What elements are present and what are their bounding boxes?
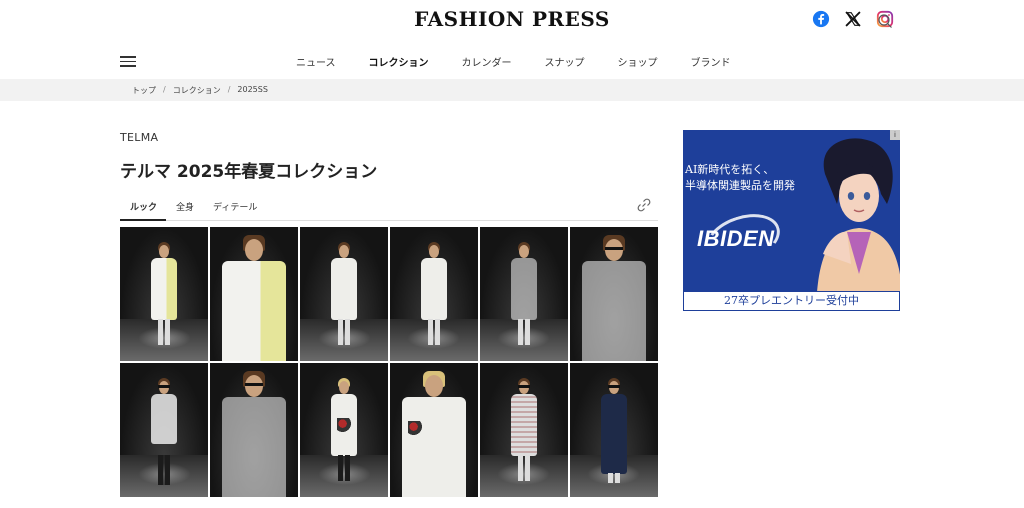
nav-item-brand[interactable]: ブランド (691, 54, 731, 69)
main-nav: ニュース コレクション カレンダー スナップ ショップ ブランド (0, 46, 1024, 76)
breadcrumb-collection[interactable]: コレクション (173, 85, 221, 96)
ad-illustration (817, 138, 900, 292)
link-icon[interactable] (636, 197, 652, 213)
look-thumbnail[interactable] (120, 227, 209, 361)
look-thumbnail[interactable] (389, 227, 479, 361)
tab-full-body[interactable]: 全身 (166, 193, 203, 221)
tab-detail[interactable]: ディテール (203, 193, 266, 221)
ad-brand-logo: IBIDEN (697, 226, 775, 251)
look-thumbnail[interactable] (120, 362, 209, 497)
look-thumbnail[interactable] (209, 362, 299, 497)
ad-headline: AI新時代を拓く、 半導体関連製品を開発 (685, 162, 795, 194)
breadcrumb: トップ / コレクション / 2025SS (132, 85, 268, 96)
ad-headline-line-2: 半導体関連製品を開発 (685, 179, 795, 192)
look-thumbnail[interactable] (299, 227, 389, 361)
breadcrumb-separator: / (227, 85, 231, 94)
x-icon[interactable] (844, 10, 862, 28)
page-title: テルマ 2025年春夏コレクション (120, 162, 378, 182)
hamburger-menu-icon[interactable] (120, 56, 136, 67)
breadcrumb-bar: トップ / コレクション / 2025SS (0, 79, 1024, 101)
look-grid (120, 227, 658, 508)
look-thumbnail[interactable] (479, 362, 569, 497)
look-thumbnail[interactable] (299, 362, 389, 497)
breadcrumb-top[interactable]: トップ (132, 85, 156, 96)
ad-cta[interactable]: 27卒プレエントリー受付中 (683, 291, 900, 311)
view-tabs: ルック 全身 ディテール (120, 193, 658, 221)
tab-look[interactable]: ルック (120, 193, 167, 221)
ad-headline-line-1: AI新時代を拓く、 (685, 163, 775, 176)
breadcrumb-season: 2025SS (237, 85, 268, 94)
facebook-icon[interactable] (812, 10, 830, 28)
look-thumbnail[interactable] (209, 227, 299, 361)
site-header: FASHION PRESS (0, 0, 1024, 44)
nav-item-news[interactable]: ニュース (296, 54, 336, 69)
look-thumbnail[interactable] (479, 227, 569, 361)
nav-item-collection[interactable]: コレクション (369, 54, 429, 69)
nav-item-calendar[interactable]: カレンダー (462, 54, 512, 69)
nav-items: ニュース コレクション カレンダー スナップ ショップ ブランド (296, 54, 764, 69)
brand-name[interactable]: TELMA (120, 131, 158, 144)
look-thumbnail[interactable] (569, 227, 658, 361)
ad-banner[interactable]: i AI新時代を拓く、 半導体関連製品を開発 IBIDEN 27卒プレエントリー… (683, 130, 900, 311)
nav-item-snap[interactable]: スナップ (545, 54, 585, 69)
look-thumbnail[interactable] (569, 362, 658, 497)
search-icon[interactable] (877, 13, 893, 29)
nav-item-shop[interactable]: ショップ (618, 54, 658, 69)
look-thumbnail[interactable] (389, 362, 479, 497)
breadcrumb-separator: / (163, 85, 166, 94)
